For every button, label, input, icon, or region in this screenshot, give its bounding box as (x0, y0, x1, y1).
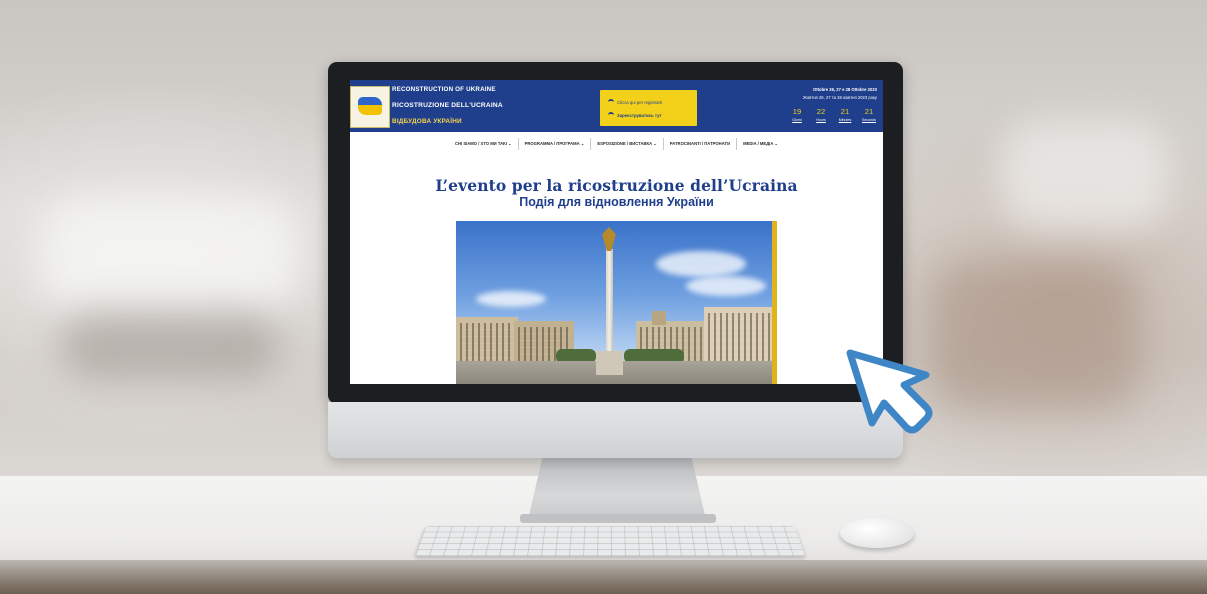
register-link-it[interactable]: Clicca qui per registrarti (608, 99, 662, 105)
mouse (840, 518, 914, 548)
countdown-label: Hours (816, 118, 826, 122)
background-blur (40, 200, 300, 310)
nav-label: CHI SIAMO / ХТО МИ ТАКІ (454, 141, 507, 146)
cloud (476, 291, 546, 307)
desk-edge (0, 560, 1207, 594)
monitor-stand-base (520, 514, 716, 523)
site-title-en: RECONSTRUCTION OF UKRAINE (392, 86, 496, 93)
nav-label: PATROCINANTI / ПАТРОНАТИ (669, 141, 731, 146)
cursor-icon (846, 349, 933, 434)
countdown-value: 21 (840, 107, 850, 116)
monitor-screen: RECONSTRUCTION OF UKRAINE RICOSTRUZIONE … (350, 80, 883, 384)
cloud (656, 251, 746, 277)
nav-label: ESPOSIZIONE / ВИСТАВКА (597, 141, 653, 146)
background-blur (60, 310, 280, 380)
countdown-label: Minutes (838, 118, 852, 122)
cloud (686, 276, 766, 296)
monitor-stand (528, 458, 706, 520)
chevron-down-icon: ⌄ (653, 141, 657, 146)
wifi-icon (608, 99, 614, 105)
page-subtitle: Подія для відновлення України (519, 195, 714, 209)
column-base (596, 351, 623, 375)
countdown-seconds: 21 Seconds (861, 107, 877, 123)
register-label-it: Clicca qui per registrarti (617, 99, 663, 105)
monitor-chin (328, 402, 903, 458)
wifi-icon (608, 112, 614, 118)
independence-column (606, 249, 613, 361)
register-label-ua: Зареєструватись тут (617, 112, 662, 118)
site-title-ua: ВІДБУДОВА УКРАЇНИ (392, 118, 462, 125)
event-date-ua: Жовтня 26, 27 та 28 жовтня 2023 року (803, 95, 877, 100)
nav-item-program[interactable]: PROGRAMMA / ПРОГРАМА ⌄ (519, 138, 592, 150)
countdown-label: Seconds (862, 118, 876, 122)
nav-item-patrons[interactable]: PATROCINANTI / ПАТРОНАТИ (664, 138, 738, 150)
site-header: RECONSTRUCTION OF UKRAINE RICOSTRUZIONE … (350, 80, 883, 132)
chevron-down-icon: ⌄ (774, 141, 779, 146)
desktop-scene: RECONSTRUCTION OF UKRAINE RICOSTRUZIONE … (0, 0, 1207, 594)
countdown-timer: 19 Giorni 22 Hours 21 Minutes 21 Seconds (789, 107, 877, 123)
cursor-arrow (846, 349, 933, 434)
event-date-it: Ottobre 26, 27 e 28 Ottobre 2023 (812, 87, 877, 92)
register-link-ua[interactable]: Зареєструватись тут (608, 112, 662, 118)
countdown-value: 22 (816, 107, 826, 116)
countdown-hours: 22 Hours (813, 107, 829, 123)
main-nav: CHI SIAMO / ХТО МИ ТАКІ ⌄ PROGRAMMA / ПР… (350, 138, 883, 150)
scrollbar-accent (772, 221, 777, 384)
statue (602, 227, 616, 251)
countdown-minutes: 21 Minutes (837, 107, 853, 123)
chevron-down-icon: ⌄ (508, 141, 512, 146)
event-dates: Ottobre 26, 27 e 28 Ottobre 2023 Жовтня … (737, 86, 877, 102)
countdown-value: 19 (792, 107, 802, 116)
countdown-label: Giorni (792, 118, 802, 122)
background-blur (1000, 120, 1170, 230)
countdown-value: 21 (864, 107, 874, 116)
nav-item-about[interactable]: CHI SIAMO / ХТО МИ ТАКІ ⌄ (449, 138, 519, 150)
nav-item-media[interactable]: MEDIA / МЕДІА ⌄ (737, 138, 784, 150)
nav-label: PROGRAMMA / ПРОГРАМА (524, 141, 580, 146)
nav-label: MEDIA / МЕДІА (743, 141, 774, 146)
countdown-days: 19 Giorni (789, 107, 805, 123)
chevron-down-icon: ⌄ (580, 141, 585, 146)
hero-image (456, 221, 774, 384)
ukraine-map-icon (358, 97, 382, 115)
page-title: L’evento per la ricostruzione dell’Ucrai… (435, 176, 798, 195)
keyboard (415, 525, 805, 556)
building-tower (652, 311, 666, 325)
site-logo[interactable] (350, 86, 390, 128)
site-title-it: RICOSTRUZIONE DELL'UCRAINA (392, 102, 503, 109)
register-button[interactable]: Clicca qui per registrarti Зареєструвати… (600, 90, 697, 126)
nav-item-exhibition[interactable]: ESPOSIZIONE / ВИСТАВКА ⌄ (591, 138, 664, 150)
